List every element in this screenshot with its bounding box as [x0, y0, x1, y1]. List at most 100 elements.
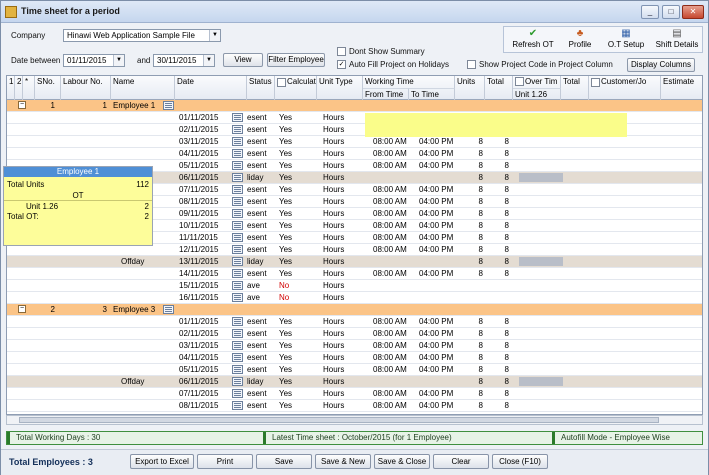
col-header-over-time[interactable]: Over Tim	[513, 76, 561, 88]
row-from-time[interactable]: 08:00 AM	[373, 184, 413, 195]
over-time-checkbox[interactable]	[515, 77, 524, 86]
row-units[interactable]: 8	[457, 232, 483, 243]
minimize-button[interactable]: _	[641, 5, 659, 19]
col-header-working-time[interactable]: Working Time	[363, 76, 455, 88]
col-header-status[interactable]: Status	[247, 76, 275, 100]
row-date[interactable]: 06/11/2015	[179, 172, 229, 183]
save-button[interactable]: Save	[256, 454, 312, 469]
row-unit-type[interactable]: Hours	[323, 400, 359, 411]
row-status[interactable]: esent	[247, 268, 275, 279]
show-project-code-checkbox[interactable]	[467, 60, 476, 69]
table-row[interactable]: 02/11/2015esentYesHours08:00 AM04:00 PM8…	[7, 328, 702, 340]
row-date[interactable]: 07/11/2015	[179, 388, 229, 399]
calendar-icon[interactable]	[232, 365, 243, 374]
clear-button[interactable]: Clear	[433, 454, 489, 469]
row-units[interactable]: 8	[457, 376, 483, 387]
row-status[interactable]: esent	[247, 352, 275, 363]
row-units[interactable]: 8	[457, 328, 483, 339]
ot-setup-button[interactable]: ▦ O.T Setup	[604, 28, 648, 52]
table-row[interactable]: 07/11/2015 esent Yes Hours 08:00 AM 04:00 PM 8…	[7, 388, 702, 400]
row-date[interactable]: 04/11/2015	[179, 352, 229, 363]
row-calculate[interactable]: Yes	[279, 364, 309, 375]
row-units[interactable]: 8	[457, 268, 483, 279]
row-status[interactable]: ave	[247, 292, 275, 303]
company-select[interactable]: Hinawi Web Application Sample File ▼	[63, 29, 221, 42]
row-unit-type[interactable]: Hours	[323, 316, 359, 327]
row-from-time[interactable]: 08:00 AM	[373, 340, 413, 351]
row-to-time[interactable]: 04:00 PM	[419, 388, 459, 399]
refresh-ot-button[interactable]: ✔ Refresh OT	[508, 28, 558, 52]
row-unit-type[interactable]: Hours	[323, 196, 359, 207]
row-unit-type[interactable]: Hours	[323, 184, 359, 195]
row-units[interactable]: 8	[457, 160, 483, 171]
row-to-time[interactable]: 04:00 PM	[419, 328, 459, 339]
row-to-time[interactable]: 04:00 PM	[419, 160, 459, 171]
row-date[interactable]: 09/11/2015	[179, 208, 229, 219]
row-from-time[interactable]: 08:00 AM	[373, 364, 413, 375]
calendar-icon[interactable]	[232, 233, 243, 242]
calendar-icon[interactable]	[232, 293, 243, 302]
row-status[interactable]: esent	[247, 232, 275, 243]
auto-fill-project-checkbox[interactable]: ✓	[337, 60, 346, 69]
row-date[interactable]: 08/11/2015	[179, 196, 229, 207]
display-columns-button[interactable]: Display Columns	[627, 58, 695, 72]
col-header-date[interactable]: Date	[175, 76, 247, 100]
table-row[interactable]: 04/11/2015 esent Yes Hours 08:00 AM 04:00 PM 8…	[7, 148, 702, 160]
row-status[interactable]: esent	[247, 160, 275, 171]
row-status[interactable]: esent	[247, 316, 275, 327]
row-date[interactable]: 15/11/2015	[179, 280, 229, 291]
row-status[interactable]: esent	[247, 208, 275, 219]
employee-card-icon[interactable]	[163, 305, 174, 314]
row-unit-type[interactable]: Hours	[323, 280, 359, 291]
row-status[interactable]: esent	[247, 400, 275, 411]
row-calculate[interactable]: No	[279, 280, 309, 291]
calendar-icon[interactable]	[232, 401, 243, 410]
calendar-icon[interactable]	[232, 149, 243, 158]
calendar-icon[interactable]	[232, 389, 243, 398]
row-calculate[interactable]: Yes	[279, 160, 309, 171]
row-calculate[interactable]: Yes	[279, 268, 309, 279]
calendar-icon[interactable]	[232, 161, 243, 170]
row-unit-type[interactable]: Hours	[323, 388, 359, 399]
row-units[interactable]: 8	[457, 364, 483, 375]
row-from-time[interactable]: 08:00 AM	[373, 160, 413, 171]
col-header-unit-126[interactable]: Unit 1.26	[513, 88, 561, 100]
row-to-time[interactable]: 04:00 PM	[419, 364, 459, 375]
col-header-star[interactable]: *	[23, 76, 35, 100]
collapse-icon[interactable]: −	[18, 305, 26, 313]
row-date[interactable]: 08/11/2015	[179, 400, 229, 411]
row-from-time[interactable]: 08:00 AM	[373, 244, 413, 255]
row-units[interactable]: 8	[457, 220, 483, 231]
row-unit-type[interactable]: Hours	[323, 136, 359, 147]
row-unit-type[interactable]: Hours	[323, 328, 359, 339]
row-from-time[interactable]	[373, 256, 413, 267]
calendar-icon[interactable]	[232, 113, 243, 122]
row-date[interactable]: 02/11/2015	[179, 124, 229, 135]
row-calculate[interactable]: Yes	[279, 232, 309, 243]
row-status[interactable]: esent	[247, 244, 275, 255]
row-to-time[interactable]: 04:00 PM	[419, 196, 459, 207]
row-unit-type[interactable]: Hours	[323, 268, 359, 279]
row-calculate[interactable]: Yes	[279, 328, 309, 339]
calendar-icon[interactable]	[232, 353, 243, 362]
calendar-icon[interactable]	[232, 269, 243, 278]
row-units[interactable]: 8	[457, 244, 483, 255]
row-from-time[interactable]: 08:00 AM	[373, 196, 413, 207]
table-row[interactable]: 16/11/2015 ave No Hours	[7, 292, 702, 304]
row-from-time[interactable]: 08:00 AM	[373, 208, 413, 219]
row-date[interactable]: 05/11/2015	[179, 160, 229, 171]
row-units[interactable]: 8	[457, 172, 483, 183]
row-status[interactable]: liday	[247, 256, 275, 267]
row-calculate[interactable]: Yes	[279, 124, 309, 135]
row-from-time[interactable]	[373, 280, 413, 291]
row-units[interactable]	[457, 292, 483, 303]
row-unit-type[interactable]: Hours	[323, 172, 359, 183]
row-to-time[interactable]: 04:00 PM	[419, 352, 459, 363]
dont-show-summary-checkbox[interactable]	[337, 47, 346, 56]
row-date[interactable]: 05/11/2015	[179, 364, 229, 375]
row-unit-type[interactable]: Hours	[323, 124, 359, 135]
row-unit-type[interactable]: Hours	[323, 148, 359, 159]
calendar-icon[interactable]	[232, 137, 243, 146]
table-row[interactable]: 08/11/2015 esent Yes Hours 08:00 AM 04:00 PM 8…	[7, 400, 702, 412]
row-from-time[interactable]	[373, 292, 413, 303]
